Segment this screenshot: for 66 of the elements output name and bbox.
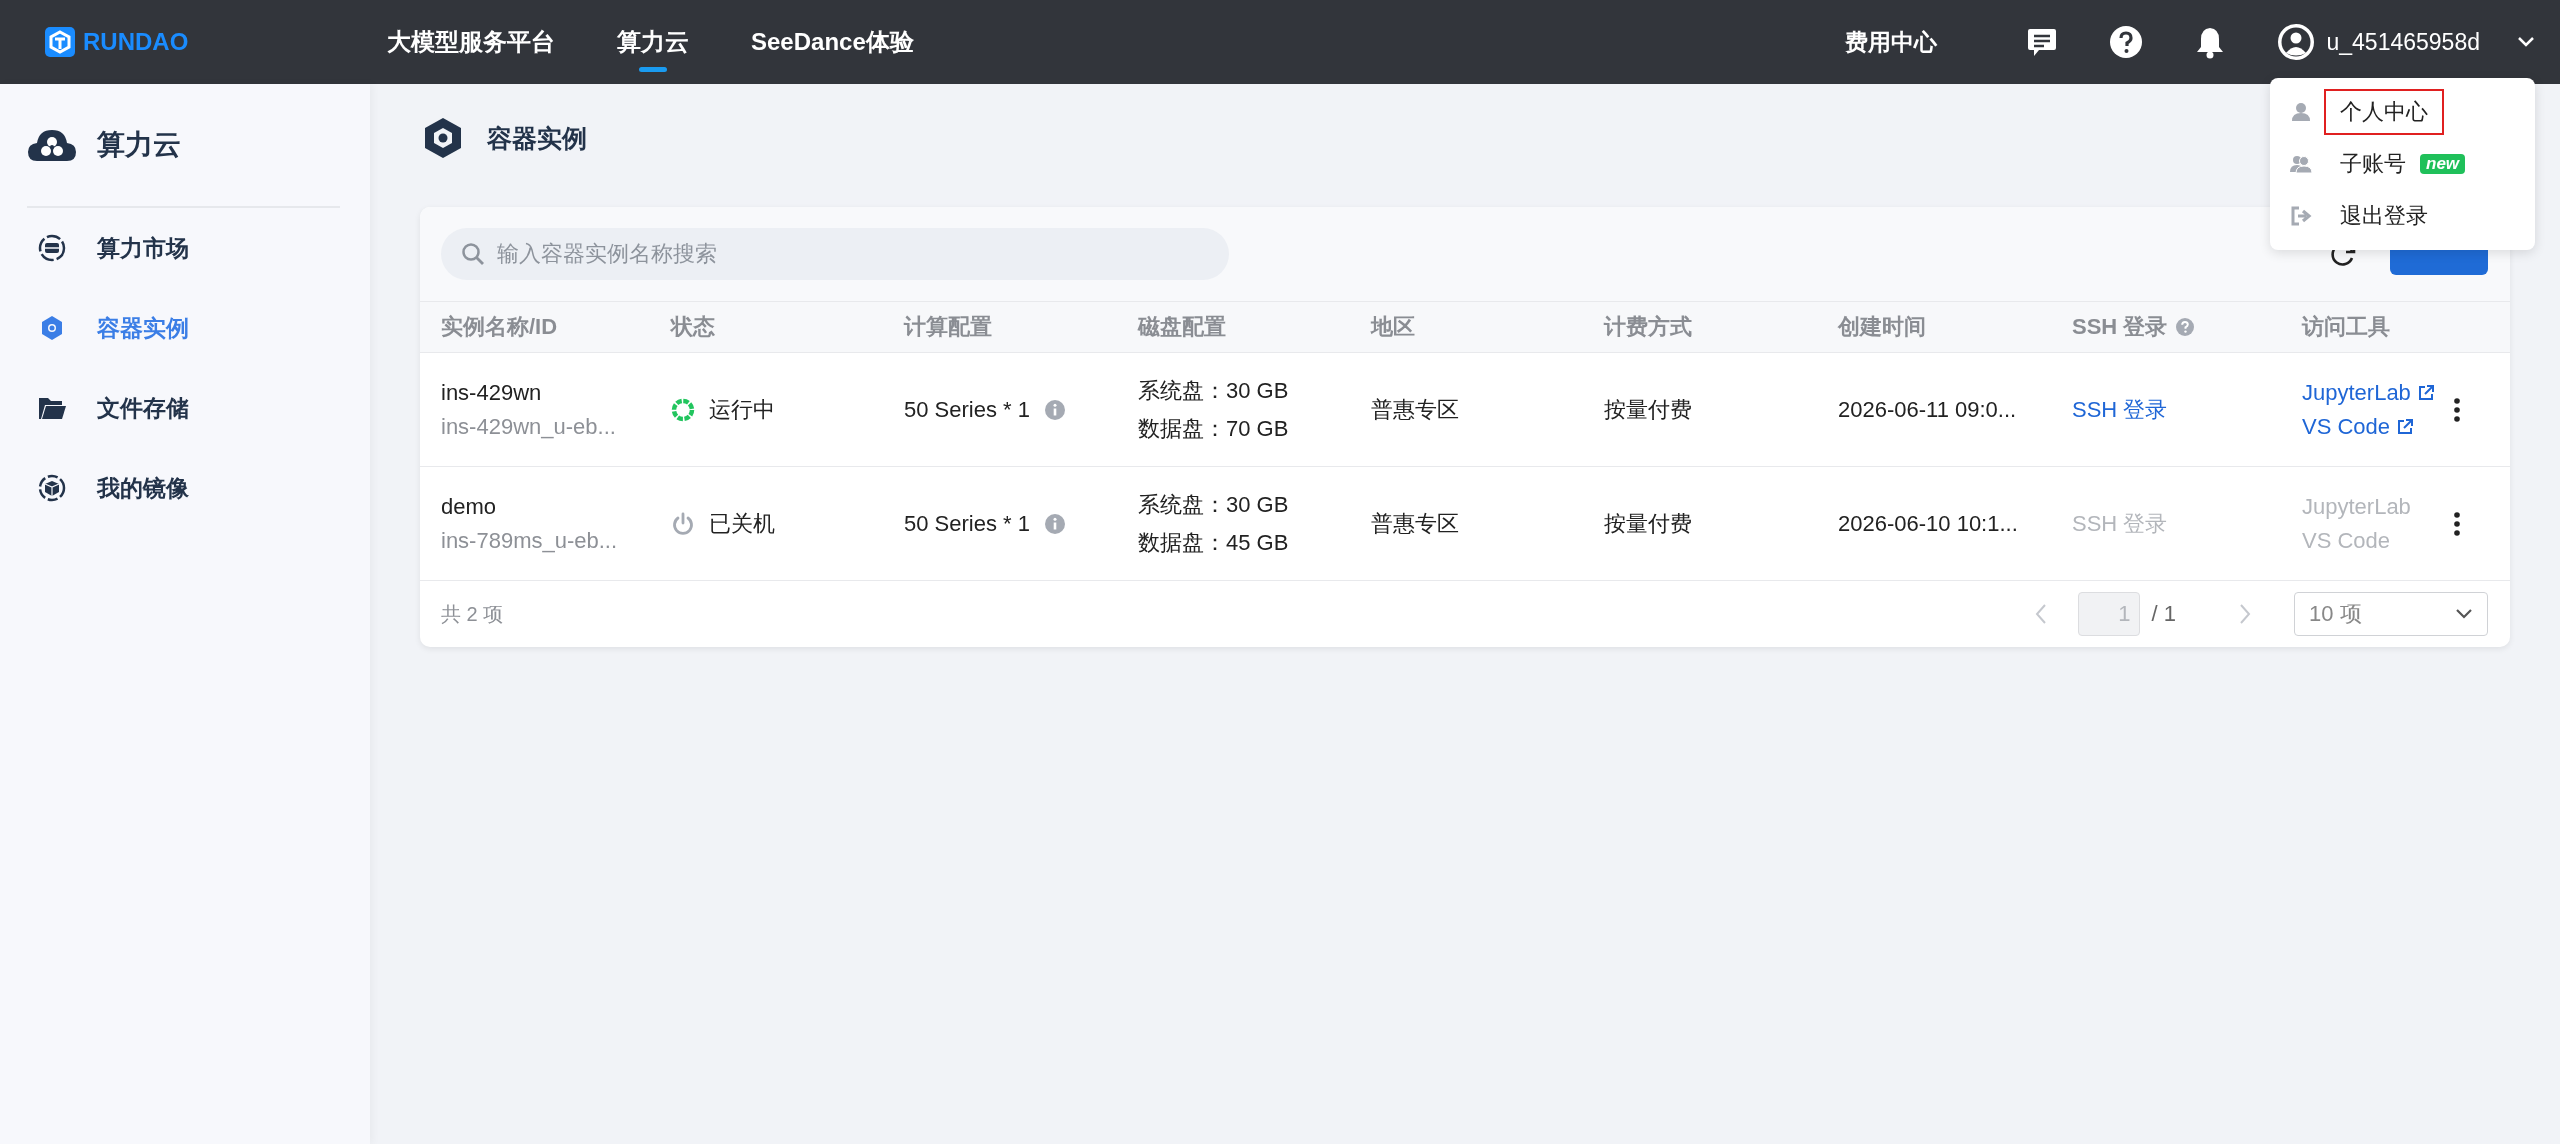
tool-link[interactable]: VS Code: [2302, 413, 2415, 440]
avatar-icon: [2276, 23, 2315, 61]
region-text: 普惠专区: [1371, 509, 1459, 538]
sidebar-item[interactable]: 文件存储: [27, 368, 340, 448]
search-field[interactable]: 输入容器实例名称搜索: [441, 228, 1229, 280]
total-count: 共 2 项: [441, 601, 504, 627]
cube-icon: [37, 473, 67, 503]
people-icon: [2290, 153, 2312, 175]
sidebar-title: 算力云: [97, 128, 181, 162]
status-text: 运行中: [709, 395, 775, 424]
disk-config: 系统盘：30 GB: [1138, 490, 1289, 519]
tool-link[interactable]: JupyterLab: [2302, 379, 2435, 406]
person-icon: [2290, 101, 2312, 123]
created-time: 2026-06-11 09:0...: [1838, 396, 2017, 423]
help-icon[interactable]: [2108, 25, 2143, 59]
column-header: 计费方式: [1604, 313, 1692, 341]
page-size-select[interactable]: 10 项: [2294, 592, 2488, 636]
column-header: 创建时间: [1838, 313, 1926, 341]
column-header: 访问工具: [2302, 313, 2390, 341]
nav-tab[interactable]: 算力云: [617, 4, 689, 80]
logout-icon: [2290, 205, 2312, 227]
disk-config: 系统盘：30 GB: [1138, 376, 1289, 405]
column-header: 磁盘配置: [1138, 313, 1226, 341]
column-header: SSH 登录: [2072, 313, 2168, 341]
instance-name: demo: [441, 493, 497, 520]
external-link-icon: [2396, 417, 2415, 436]
disk-config: 数据盘：70 GB: [1138, 414, 1289, 443]
column-header: 计算配置: [904, 313, 992, 341]
username[interactable]: u_451465958d: [2326, 28, 2480, 56]
page-title: 容器实例: [487, 122, 587, 154]
compute-config: 50 Series * 1: [904, 510, 1030, 537]
nav-tab[interactable]: SeeDance体验: [751, 4, 914, 80]
billing-text: 按量付费: [1604, 509, 1692, 538]
column-header: 实例名称/ID: [441, 313, 558, 341]
instance-name: ins-429wn: [441, 379, 542, 406]
menu-item[interactable]: 个人中心: [2270, 86, 2535, 138]
sidebar-item[interactable]: 我的镜像: [27, 448, 340, 528]
new-badge: new: [2420, 154, 2466, 174]
instance-id: ins-429wn_u-eb...: [441, 413, 616, 440]
column-header: 地区: [1371, 313, 1415, 341]
sidebar-item[interactable]: 容器实例: [27, 288, 340, 368]
ssh-link[interactable]: SSH 登录: [2072, 394, 2168, 425]
hexagon-icon: [423, 116, 463, 160]
instance-id: ins-789ms_u-eb...: [441, 527, 618, 554]
region-text: 普惠专区: [1371, 395, 1459, 424]
more-icon[interactable]: [2453, 510, 2461, 537]
sidebar-item[interactable]: 算力市场: [27, 208, 340, 288]
compute-config: 50 Series * 1: [904, 396, 1030, 423]
menu-item[interactable]: 子账号 new: [2270, 138, 2535, 190]
billing-text: 按量付费: [1604, 395, 1692, 424]
created-time: 2026-06-10 10:1...: [1838, 510, 2018, 537]
status-text: 已关机: [709, 509, 775, 538]
chevron-down-icon[interactable]: [2517, 36, 2535, 48]
column-header: 状态: [671, 313, 715, 341]
page-count: / 1: [2151, 601, 2176, 627]
server-icon: [37, 233, 67, 263]
billing-link[interactable]: 费用中心: [1844, 26, 1937, 58]
chevron-down-icon: [2455, 608, 2473, 620]
nav-tab[interactable]: 大模型服务平台: [387, 4, 555, 80]
cube-logo-icon: [45, 27, 75, 57]
external-link-icon: [2416, 383, 2435, 402]
disk-config: 数据盘：45 GB: [1138, 528, 1289, 557]
cloud-icon: [27, 128, 77, 162]
menu-item[interactable]: 退出登录: [2270, 190, 2535, 242]
brand-name: RUNDAO: [83, 28, 189, 56]
more-icon[interactable]: [2453, 396, 2461, 423]
